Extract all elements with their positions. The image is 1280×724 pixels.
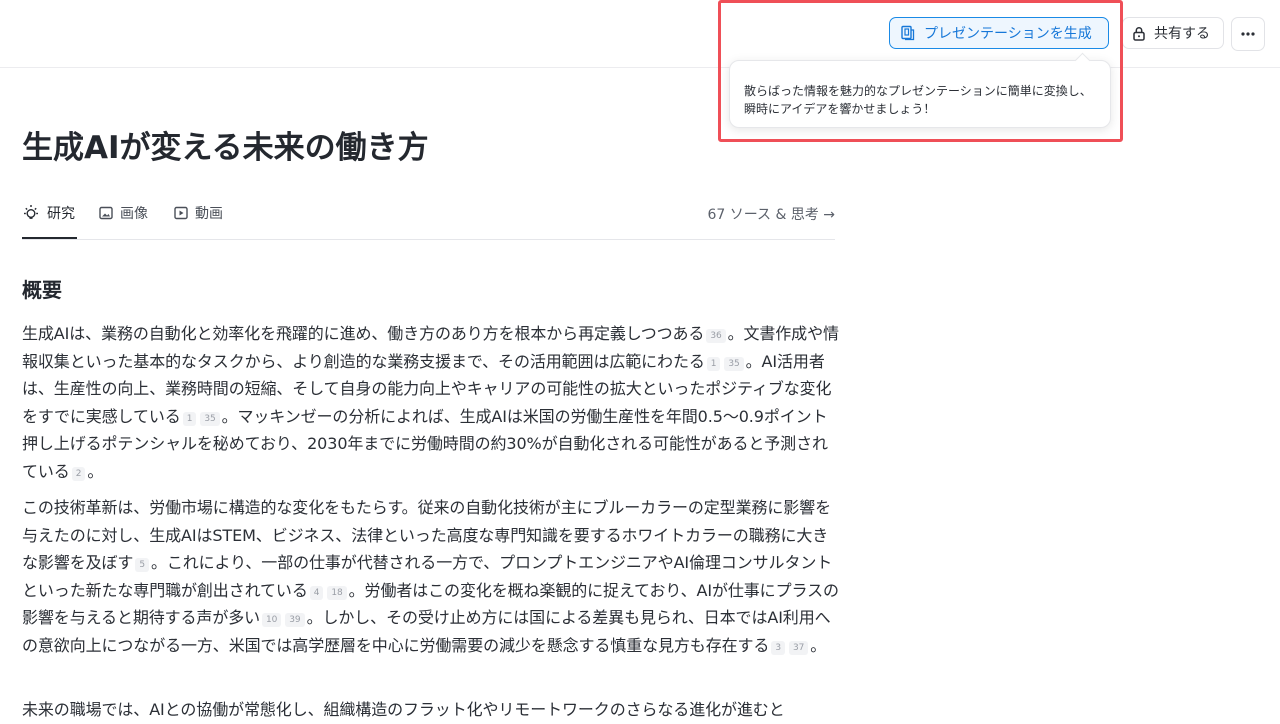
citation-badge[interactable]: 2 (71, 466, 86, 481)
citation-badge[interactable]: 35 (724, 356, 744, 371)
tab-videos[interactable]: 動画 (174, 196, 223, 238)
tab-research-label: 研究 (47, 205, 75, 222)
citation-badge[interactable]: 3 (771, 640, 785, 655)
citation-badge[interactable]: 1 (182, 411, 197, 426)
citation-badge[interactable]: 36 (706, 329, 726, 343)
citation-badge[interactable]: 18 (327, 585, 347, 600)
generate-presentation-button[interactable]: プレゼンテーションを生成 (889, 17, 1109, 49)
share-label: 共有する (1154, 26, 1210, 42)
video-icon (174, 206, 188, 220)
tab-images[interactable]: 画像 (99, 196, 148, 238)
text: 生成AIは、業務の自動化と効率化を飛躍的に進め、働き方のあり方を根本から再定義し… (22, 324, 705, 343)
sources-link[interactable]: 67 ソース & 思考 → (707, 196, 835, 232)
citation-badge[interactable]: 5 (135, 558, 149, 573)
tab-images-label: 画像 (120, 206, 148, 222)
text: 未来の職場では、AIとの協働が常態化し、組織構造のフラット化やリモートワークのさ… (22, 700, 785, 719)
tooltip-text: 散らばった情報を魅力的なプレゼンテーションに簡単に変換し、瞬時にアイデアを響かせ… (744, 84, 1092, 116)
summary-paragraph-3: 未来の職場では、AIとの協働が常態化し、組織構造のフラット化やリモートワークのさ… (22, 696, 842, 724)
presentation-tooltip: 散らばった情報を魅力的なプレゼンテーションに簡単に変換し、瞬時にアイデアを響かせ… (729, 52, 1111, 128)
generate-presentation-label: プレゼンテーションを生成 (924, 26, 1092, 42)
section-heading: 概要 (22, 278, 62, 302)
text: 。 (810, 635, 827, 655)
tab-bar: 研究 画像 動画 67 ソース & 思考 → (22, 196, 835, 240)
image-icon (99, 206, 113, 220)
lock-icon (1133, 26, 1145, 41)
summary-paragraph-1: 生成AIは、業務の自動化と効率化を飛躍的に進め、働き方のあり方を根本から再定義し… (22, 320, 842, 486)
tab-research[interactable]: 研究 (22, 196, 77, 239)
citation-badge[interactable]: 1 (706, 356, 721, 371)
tab-videos-label: 動画 (195, 206, 223, 222)
citation-badge[interactable]: 35 (200, 411, 220, 426)
page-title: 生成AIが変える未来の働き方 (22, 130, 429, 166)
text: 。 (87, 461, 104, 481)
ellipsis-icon (1241, 32, 1255, 36)
presentation-icon (901, 25, 915, 41)
more-options-button[interactable] (1231, 17, 1265, 51)
lightbulb-icon (24, 204, 38, 219)
summary-paragraph-2: この技術革新は、労働市場に構造的な変化をもたらす。従来の自動化技術が主にブルーカ… (22, 494, 842, 660)
citation-badge[interactable]: 37 (788, 640, 809, 655)
citation-badge[interactable]: 39 (285, 613, 305, 628)
citation-badge[interactable]: 4 (309, 585, 324, 600)
share-button[interactable]: 共有する (1122, 17, 1224, 49)
citation-badge[interactable]: 10 (262, 613, 282, 628)
